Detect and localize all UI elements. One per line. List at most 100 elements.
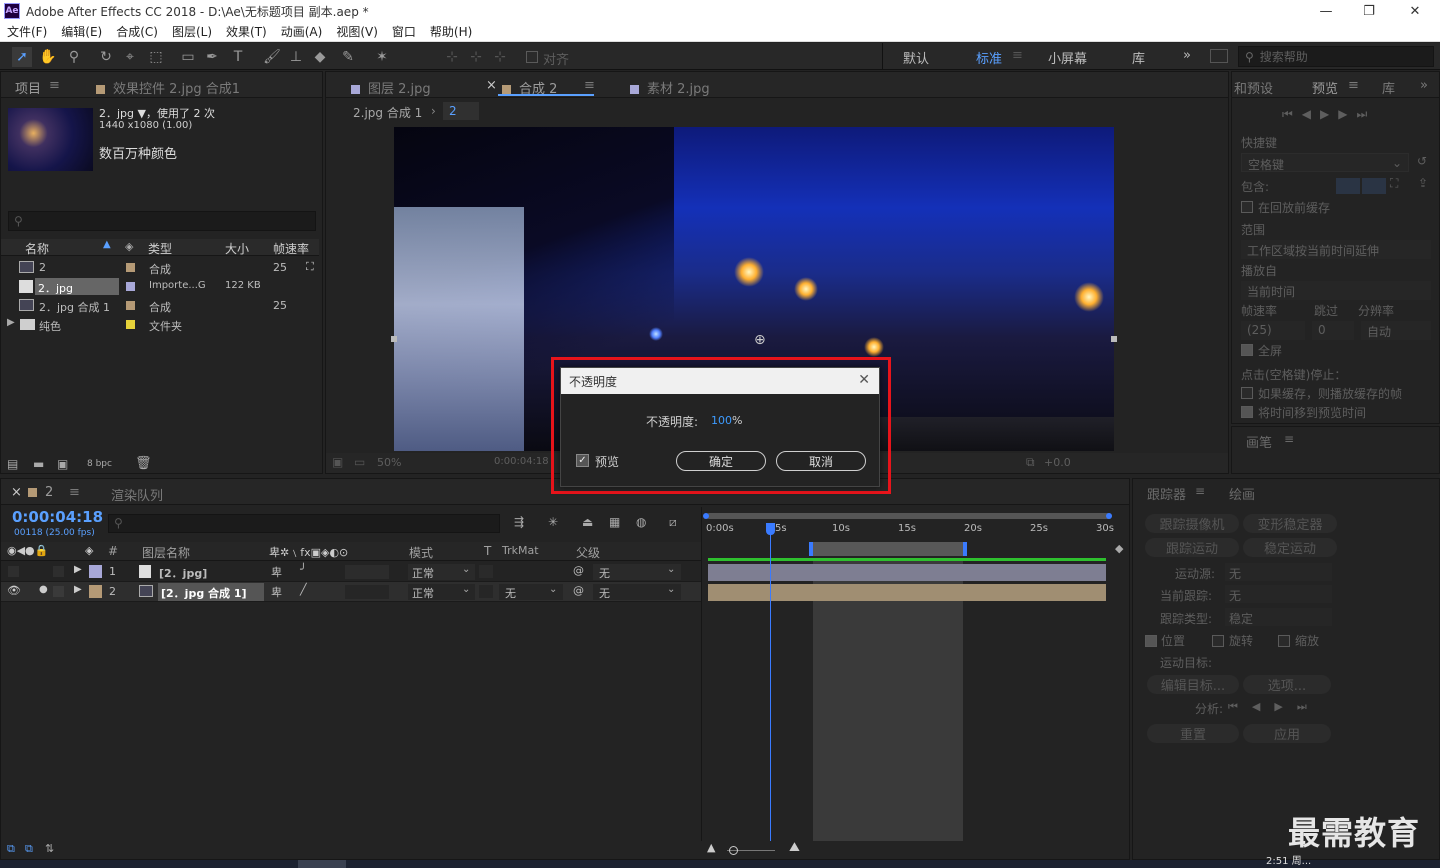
workspace-small-screen[interactable]: 小屏幕 [1048,48,1087,67]
panel-menu-icon[interactable]: ≡ [1284,432,1294,446]
pick-whip-icon[interactable]: @ [573,584,584,597]
workspace-more[interactable]: » [1183,48,1191,63]
pen-tool-icon[interactable]: ✒ [202,47,222,67]
puppet-tool-icon[interactable]: ✶ [372,47,392,67]
include-overlay-icon[interactable]: ⛶ [1390,176,1398,191]
workspace-default[interactable]: 默认 [903,48,929,67]
rotate-tool-icon[interactable]: ↻ [96,47,116,67]
solo-icon[interactable]: ● [39,584,48,595]
scale-checkbox[interactable] [1278,635,1290,647]
work-area-end[interactable] [1106,513,1112,519]
new-composition-icon[interactable]: ▣ [57,457,68,471]
close-window-button[interactable]: ✕ [1392,0,1438,22]
tab-tracker[interactable]: 跟踪器 [1147,484,1186,503]
lock-toggle[interactable] [53,586,64,597]
tab-timeline-comp[interactable]: 2 [28,485,53,500]
menu-window[interactable]: 窗口 [385,23,423,40]
menu-composition[interactable]: 合成(C) [109,23,165,40]
channel-icon[interactable]: ⧉ [1026,455,1035,470]
quality-switch-icon[interactable]: ╱ [300,583,307,596]
cache-checkbox[interactable] [1241,201,1253,213]
include-video-icon[interactable] [1336,178,1360,194]
layer-label-color[interactable] [89,585,102,598]
quality-switch-icon[interactable]: ╯ [300,563,307,576]
layer-label-color[interactable] [89,565,102,578]
always-preview-icon[interactable]: ▣ [332,455,343,469]
hand-tool-icon[interactable]: ✋ [38,47,58,67]
stabilize-motion-button[interactable]: 稳定运动 [1243,538,1337,557]
shortcut-select[interactable]: 空格键 ⌄ [1241,153,1409,172]
comp-marker-icon[interactable]: ◆ [1115,542,1123,555]
col-fps[interactable]: 帧速率 [273,240,309,257]
work-area-start[interactable] [703,513,709,519]
anchor-point-icon[interactable]: ⊕ [754,332,766,348]
panel-menu-icon[interactable]: ≡ [1195,484,1205,498]
include-audio-icon[interactable] [1362,178,1386,194]
current-timecode[interactable]: 0:00:04:18 [12,508,103,526]
transform-handle[interactable] [1111,336,1117,342]
selection-tool-icon[interactable]: ➚ [12,47,32,67]
layer-switches[interactable] [345,565,389,579]
minimize-button[interactable]: — [1303,0,1349,22]
eye-icon[interactable]: 👁 [7,584,21,597]
taskbar-item[interactable] [298,860,346,868]
expand-triangle-icon[interactable]: ▶ [7,317,15,328]
label-tag-icon[interactable]: ◈ [125,240,133,253]
preserve-transparency-toggle[interactable] [479,585,493,598]
preserve-transparency-toggle[interactable] [479,565,493,578]
trash-icon[interactable]: 🗑 [135,456,152,471]
rectangle-tool-icon[interactable]: ▭ [178,47,198,67]
fps-select[interactable]: (25) [1241,321,1305,340]
view-axis-icon[interactable]: ⊹ [490,47,510,67]
col-type[interactable]: 类型 [148,240,172,257]
exposure-value[interactable]: +0.0 [1044,456,1071,469]
work-area-bar[interactable] [706,513,1112,519]
layer-name[interactable]: [2．jpg] [159,565,207,581]
menu-effect[interactable]: 效果(T) [219,23,274,40]
tab-brushes[interactable]: 画笔 [1246,432,1272,451]
move-time-checkbox[interactable] [1241,406,1253,418]
tab-library[interactable]: 库 [1382,78,1395,97]
text-tool-icon[interactable]: T [228,47,248,67]
trkmat-select[interactable]: 无 ⌄ [499,584,563,600]
pick-whip-icon[interactable]: @ [573,564,584,577]
play-from-select[interactable]: 当前时间 [1241,281,1431,300]
camera-tool-icon[interactable]: ⌖ [120,47,140,67]
motion-source-select[interactable]: 无 [1225,563,1332,581]
menu-view[interactable]: 视图(V) [329,23,385,40]
fullscreen-checkbox[interactable] [1241,344,1253,356]
tab-paint[interactable]: 绘画 [1229,484,1255,503]
resolution-select[interactable]: 自动 [1361,321,1431,340]
current-time-display[interactable]: 0:00:04:18 [494,456,549,467]
workspace-libraries[interactable]: 库 [1132,48,1145,67]
transfer-controls-icon[interactable]: ⧉ [25,842,33,856]
tab-layer[interactable]: 图层 2.jpg [351,78,431,97]
table-row[interactable]: 👁 ● ▶ 2 [2．jpg 合成 1] 卑 ╱ 正常 ⌄ 无 ⌄ @ 无 ⌄ [1,582,701,602]
transform-handle[interactable] [391,336,397,342]
range-select[interactable]: 工作区域按当前时间延伸 [1241,240,1431,259]
local-axis-icon[interactable]: ⊹ [442,47,462,67]
col-size[interactable]: 大小 [225,240,249,257]
apply-button[interactable]: 应用 [1243,724,1331,743]
time-ruler[interactable]: 0:00s 5s 10s 15s 20s 25s 30s [703,509,1115,557]
frame-blending-icon[interactable]: ▦ [609,515,620,529]
video-toggle[interactable] [8,566,19,577]
options-button[interactable]: 选项... [1243,675,1331,694]
roto-brush-tool-icon[interactable]: ✎ [338,47,358,67]
analyze-controls[interactable]: ⏮◀▶⏭ [1228,700,1321,714]
snap-checkbox[interactable] [526,51,538,63]
expand-triangle-icon[interactable]: ▶ [74,584,82,595]
close-tab-icon[interactable]: × [11,485,22,500]
list-item[interactable]: 2．jpg 合成 1 合成 25 [1,296,319,315]
panel-menu-icon[interactable]: ≡ [49,78,60,93]
layer-switches-toggle-icon[interactable]: ⧉ [7,842,15,856]
menu-file[interactable]: 文件(F) [0,23,54,40]
zoom-out-icon[interactable]: ▲ [707,841,715,854]
mode-select[interactable]: 正常 ⌄ [408,584,475,600]
track-camera-button[interactable]: 跟踪摄像机 [1145,514,1239,533]
interpret-footage-icon[interactable]: ▤ [7,457,18,471]
playback-controls[interactable]: ⏮◀▶▶⏭ [1282,107,1376,122]
brush-tool-icon[interactable]: 🖌 [262,47,282,67]
position-checkbox[interactable] [1145,635,1157,647]
timeline-search[interactable]: ⚲ [108,514,500,533]
